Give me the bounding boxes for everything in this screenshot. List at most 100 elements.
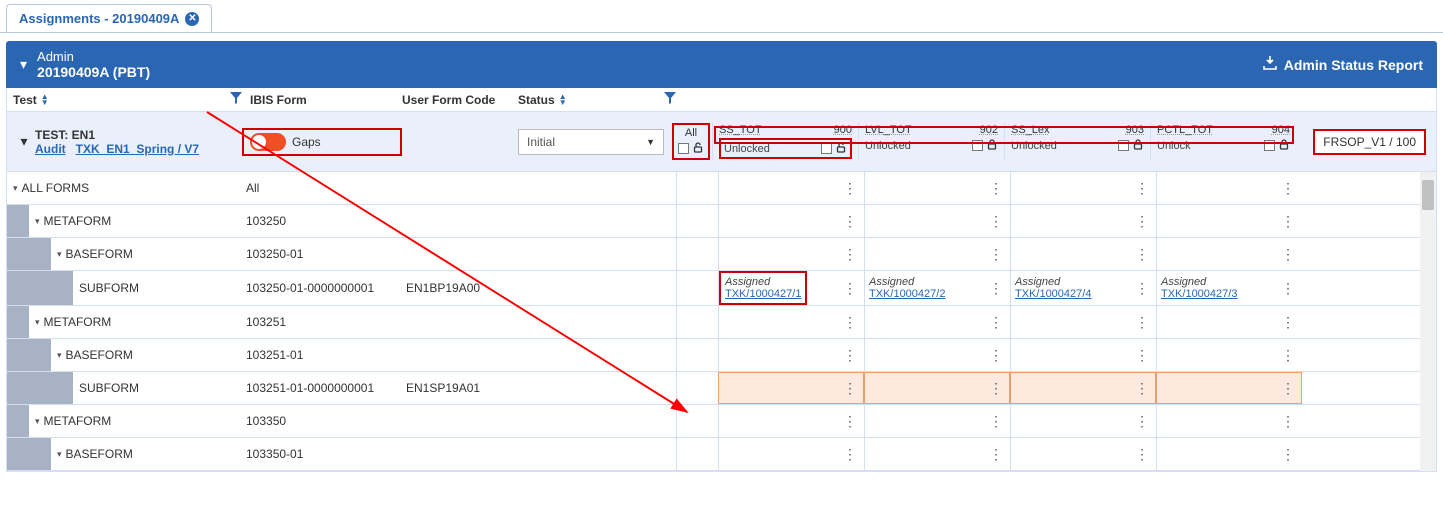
kebab-menu-icon[interactable]: ⋮: [1135, 314, 1148, 331]
kebab-menu-icon[interactable]: ⋮: [1281, 347, 1294, 364]
filter-icon[interactable]: [230, 92, 242, 107]
kebab-menu-icon[interactable]: ⋮: [989, 314, 1002, 331]
row-label[interactable]: SUBFORM: [73, 271, 145, 305]
row-label[interactable]: ▾ BASEFORM: [51, 238, 139, 270]
kebab-menu-icon[interactable]: ⋮: [1135, 413, 1148, 430]
kebab-menu-icon[interactable]: ⋮: [843, 213, 856, 230]
kebab-menu-icon[interactable]: ⋮: [843, 180, 856, 197]
all-cell: [676, 372, 718, 404]
assigned-label: AssignedTXK/1000427/2: [865, 273, 949, 303]
kebab-menu-icon[interactable]: ⋮: [989, 280, 1002, 297]
kebab-menu-icon[interactable]: ⋮: [1135, 246, 1148, 263]
col-test[interactable]: Test: [13, 93, 37, 107]
gaps-toggle[interactable]: [250, 133, 286, 151]
kebab-menu-icon[interactable]: ⋮: [1281, 180, 1294, 197]
chevron-down-icon[interactable]: ▾: [35, 317, 40, 328]
assignment-link[interactable]: TXK/1000427/2: [869, 288, 945, 300]
audit-link[interactable]: Audit: [35, 142, 66, 156]
sort-icon[interactable]: ▲▼: [41, 94, 49, 106]
kebab-menu-icon[interactable]: ⋮: [1135, 446, 1148, 463]
ufc-value: [402, 438, 518, 470]
table-row: ▾METAFORM103251⋮⋮⋮⋮: [7, 306, 1436, 339]
unlock-icon[interactable]: [692, 141, 704, 156]
row-label[interactable]: SUBFORM: [73, 372, 145, 404]
kebab-menu-icon[interactable]: ⋮: [989, 413, 1002, 430]
row-label[interactable]: ▾METAFORM: [29, 306, 117, 338]
kebab-menu-icon[interactable]: ⋮: [989, 446, 1002, 463]
status-value: [518, 372, 676, 404]
score-cell: ⋮: [718, 438, 864, 470]
tab-assignments[interactable]: Assignments - 20190409A ✕: [6, 4, 212, 32]
form-link[interactable]: TXK_EN1_Spring / V7: [76, 142, 199, 156]
chevron-down-icon[interactable]: ▾: [57, 449, 62, 460]
chevron-down-icon[interactable]: ▾: [57, 249, 62, 260]
row-label[interactable]: ▾ALL FORMS: [7, 172, 95, 204]
assignment-link[interactable]: TXK/1000427/1: [725, 288, 801, 300]
kebab-menu-icon[interactable]: ⋮: [843, 246, 856, 263]
col-ufc[interactable]: User Form Code: [402, 93, 495, 107]
status-select[interactable]: Initial: [518, 129, 664, 155]
kebab-menu-icon[interactable]: ⋮: [1281, 314, 1294, 331]
kebab-menu-icon[interactable]: ⋮: [1281, 213, 1294, 230]
assignment-link[interactable]: TXK/1000427/3: [1161, 288, 1237, 300]
kebab-menu-icon[interactable]: ⋮: [1281, 380, 1294, 397]
scrollbar[interactable]: [1420, 172, 1436, 471]
row-label-text: BASEFORM: [66, 247, 133, 261]
assignment-link[interactable]: TXK/1000427/4: [1015, 288, 1091, 300]
score-cell: ⋮: [1156, 306, 1302, 338]
kebab-menu-icon[interactable]: ⋮: [1281, 446, 1294, 463]
col-status[interactable]: Status: [518, 93, 555, 107]
row-label-text: BASEFORM: [66, 447, 133, 461]
row-label[interactable]: ▾METAFORM: [29, 405, 117, 437]
sort-icon[interactable]: ▲▼: [559, 94, 567, 106]
kebab-menu-icon[interactable]: ⋮: [843, 380, 856, 397]
score-cell: ⋮: [1010, 405, 1156, 437]
kebab-menu-icon[interactable]: ⋮: [1281, 413, 1294, 430]
row-label[interactable]: ▾ BASEFORM: [51, 438, 139, 470]
scrollbar-thumb[interactable]: [1422, 180, 1434, 210]
chevron-down-icon[interactable]: ▾: [35, 416, 40, 427]
chevron-down-icon[interactable]: ▾: [13, 133, 35, 150]
close-icon[interactable]: ✕: [185, 12, 199, 26]
kebab-menu-icon[interactable]: ⋮: [989, 180, 1002, 197]
kebab-menu-icon[interactable]: ⋮: [989, 380, 1002, 397]
kebab-menu-icon[interactable]: ⋮: [1135, 213, 1148, 230]
score-cell: ⋮: [1010, 372, 1156, 404]
status-value: [518, 405, 676, 437]
kebab-menu-icon[interactable]: ⋮: [989, 213, 1002, 230]
row-label[interactable]: ▾BASEFORM: [51, 339, 139, 371]
kebab-menu-icon[interactable]: ⋮: [843, 413, 856, 430]
score-cell: ⋮: [864, 306, 1010, 338]
kebab-menu-icon[interactable]: ⋮: [843, 280, 856, 297]
kebab-menu-icon[interactable]: ⋮: [843, 446, 856, 463]
kebab-menu-icon[interactable]: ⋮: [843, 347, 856, 364]
score-cell: ⋮: [1010, 238, 1156, 270]
kebab-menu-icon[interactable]: ⋮: [1135, 347, 1148, 364]
status-select-value: Initial: [527, 135, 555, 149]
chevron-down-icon[interactable]: ▾: [35, 216, 40, 227]
kebab-menu-icon[interactable]: ⋮: [843, 314, 856, 331]
kebab-menu-icon[interactable]: ⋮: [1135, 180, 1148, 197]
score-cell: AssignedTXK/1000427/2 ⋮: [864, 271, 1010, 305]
kebab-menu-icon[interactable]: ⋮: [989, 347, 1002, 364]
filter-icon[interactable]: [664, 92, 676, 107]
score-cell: ⋮: [864, 172, 1010, 204]
kebab-menu-icon[interactable]: ⋮: [1135, 380, 1148, 397]
table-row: ▾BASEFORM103350-01⋮⋮⋮⋮: [7, 438, 1436, 471]
row-label-text: SUBFORM: [79, 381, 139, 395]
row-label[interactable]: ▾METAFORM: [29, 205, 117, 237]
kebab-menu-icon[interactable]: ⋮: [1281, 246, 1294, 263]
score-cell: ⋮: [718, 172, 864, 204]
kebab-menu-icon[interactable]: ⋮: [1281, 280, 1294, 297]
status-value: [518, 271, 676, 305]
chevron-down-icon[interactable]: ▾: [13, 183, 18, 194]
score-cell: ⋮: [1156, 238, 1302, 270]
score-checkbox[interactable]: [821, 143, 832, 154]
col-ibis[interactable]: IBIS Form: [250, 93, 307, 107]
chevron-down-icon[interactable]: ▾: [57, 350, 62, 361]
admin-status-report-link[interactable]: Admin Status Report: [1262, 55, 1423, 74]
kebab-menu-icon[interactable]: ⋮: [1135, 280, 1148, 297]
chevron-down-icon[interactable]: ▾: [20, 56, 27, 73]
kebab-menu-icon[interactable]: ⋮: [989, 246, 1002, 263]
all-checkbox[interactable]: [678, 143, 689, 154]
